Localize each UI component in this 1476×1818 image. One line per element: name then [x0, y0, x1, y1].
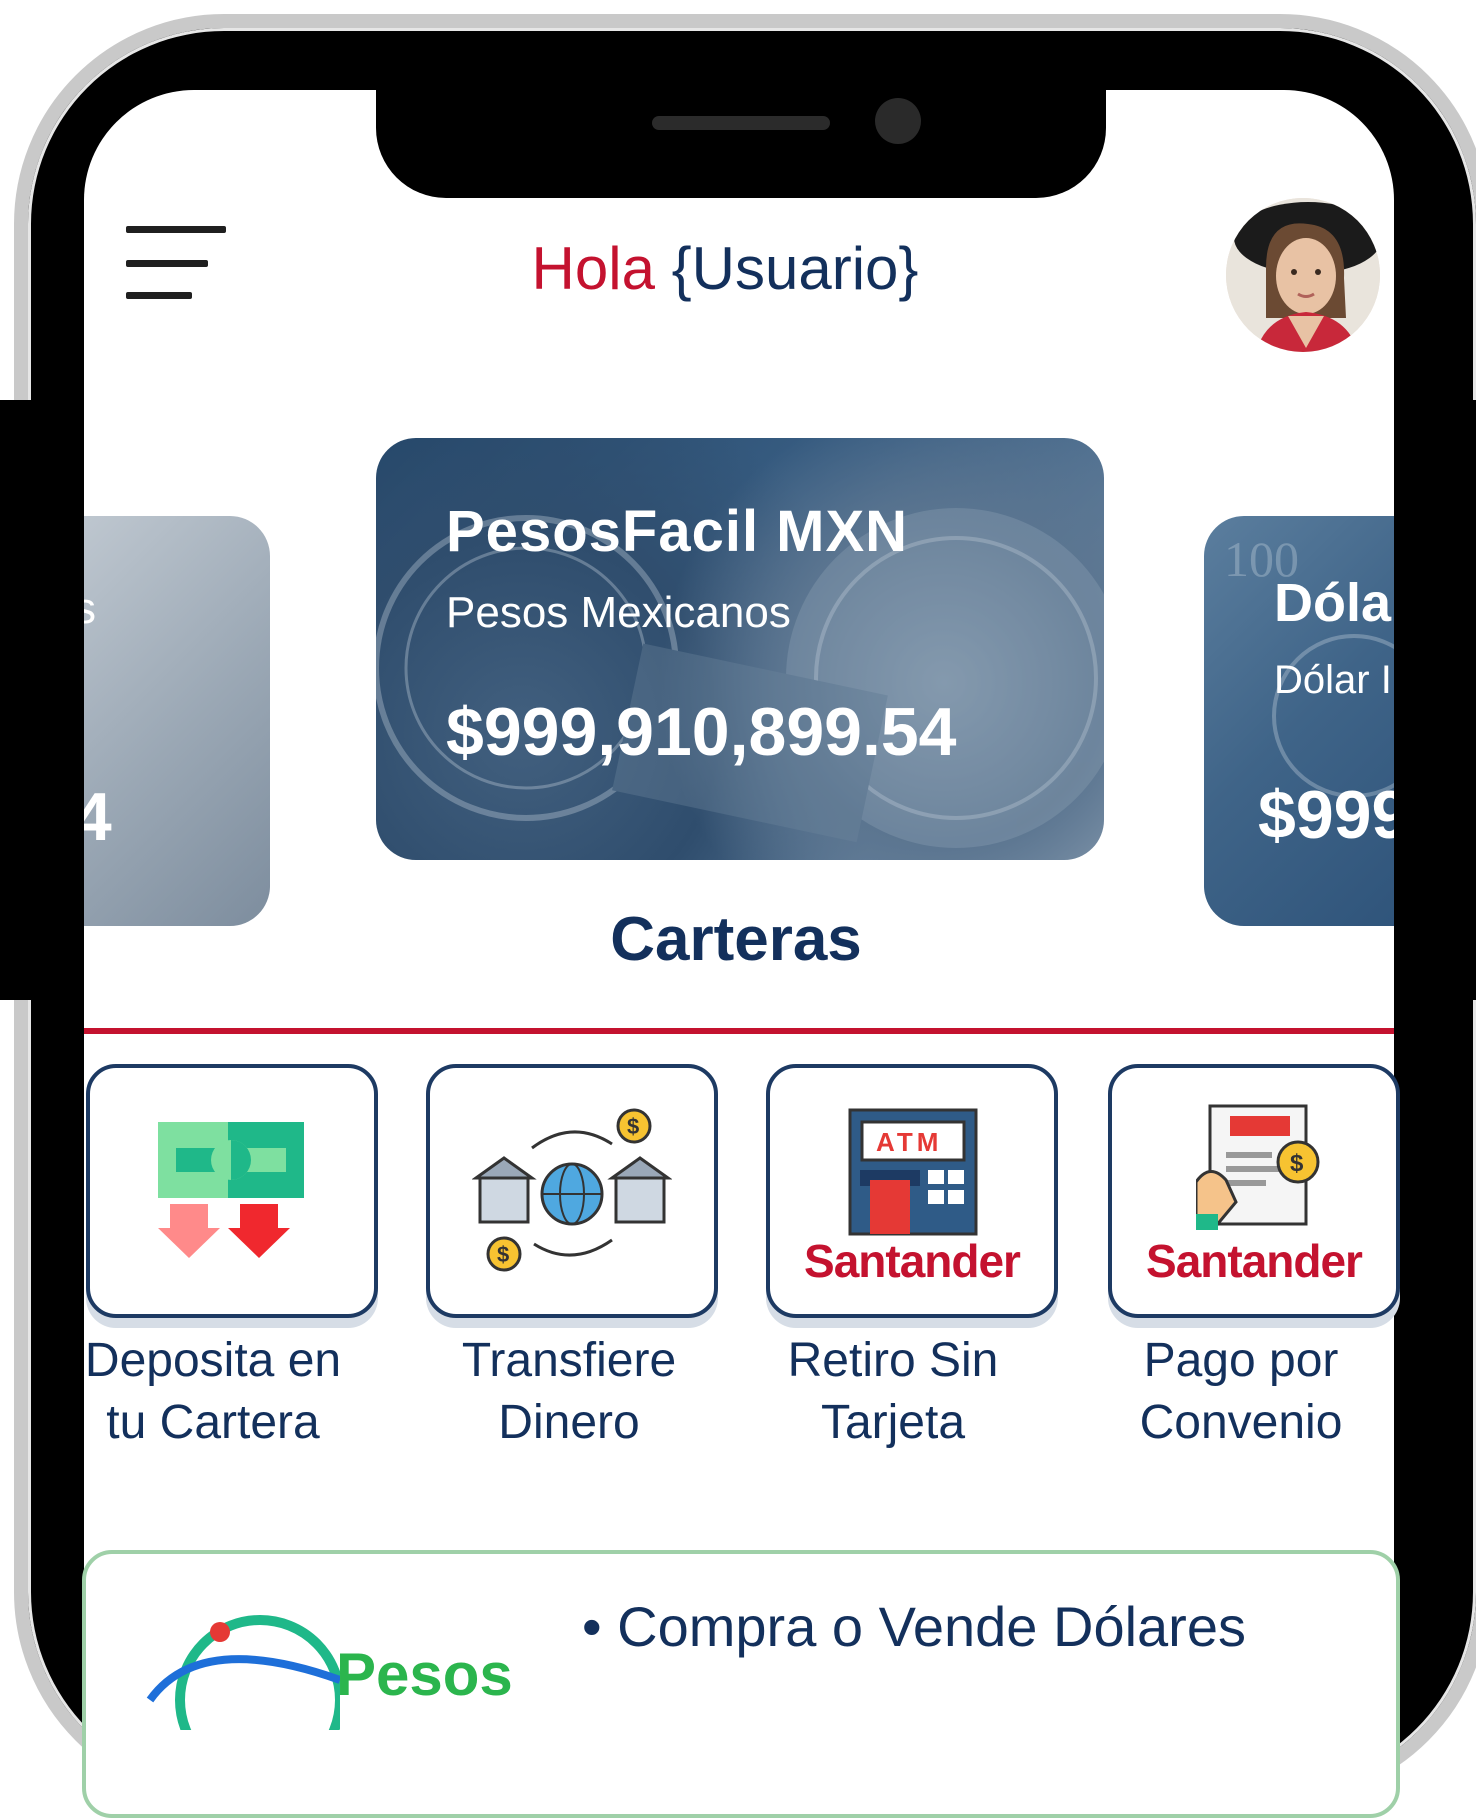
- avatar-photo-icon: [1226, 198, 1380, 352]
- label-line: Transfiere: [461, 1334, 677, 1387]
- deposit-wallet-button[interactable]: [86, 1064, 378, 1318]
- promo-logo-text: Pesos: [336, 1641, 513, 1708]
- card-subtitle: Pesos Mexicanos: [446, 588, 791, 637]
- user-avatar[interactable]: [1226, 198, 1380, 352]
- label-line: Pago por: [1143, 1334, 1339, 1387]
- promo-bullet: • Compra o Vende Dólares: [582, 1595, 1246, 1658]
- bill-payment-button[interactable]: $ Santander: [1108, 1064, 1400, 1318]
- transfer-money-button[interactable]: $ $: [426, 1064, 718, 1318]
- phone-notch: [376, 90, 1106, 198]
- label-line: Tarjeta: [820, 1396, 966, 1449]
- santander-brand-label: Santander: [804, 1235, 1021, 1287]
- front-camera: [875, 98, 921, 144]
- section-title: Carteras: [610, 905, 862, 974]
- card-subtitle: Dólar I: [1274, 658, 1392, 702]
- label-line: Retiro Sin: [787, 1334, 999, 1387]
- card-balance: $999,910,899.54: [446, 694, 957, 770]
- cardless-withdrawal-button[interactable]: ATM Santander: [766, 1064, 1058, 1318]
- bill-payment-icon: $: [1196, 1104, 1320, 1230]
- user-name-placeholder: {Usuario}: [671, 235, 919, 302]
- svg-text:$: $: [1290, 1150, 1304, 1177]
- label-line: Dinero: [498, 1396, 640, 1449]
- transfer-money-label: Transfiere Dinero: [404, 1330, 734, 1454]
- bank-transfer-icon: $ $: [472, 1108, 672, 1272]
- label-line: Deposita en: [84, 1334, 342, 1387]
- santander-brand-label: Santander: [1146, 1235, 1363, 1287]
- cardless-withdrawal-label: Retiro Sin Tarjeta: [728, 1330, 1058, 1454]
- label-line: Convenio: [1139, 1396, 1343, 1449]
- svg-text:ATM: ATM: [876, 1127, 942, 1157]
- globe-logo-icon: [146, 1615, 340, 1730]
- bill-payment-label: Pago por Convenio: [1076, 1330, 1406, 1454]
- screen-edge-left: [0, 400, 84, 1000]
- greeting-title: Hola {Usuario}: [400, 236, 1050, 302]
- card-balance: $999: [1258, 777, 1410, 853]
- card-title: Dóla: [1274, 573, 1392, 633]
- speaker-grille: [652, 116, 830, 130]
- cash-deposit-icon: [158, 1122, 304, 1258]
- atm-icon: ATM: [848, 1108, 978, 1236]
- hamburger-menu-icon[interactable]: [126, 226, 226, 302]
- svg-text:$: $: [627, 1114, 639, 1139]
- card-title: PesosFacil MXN: [446, 499, 909, 564]
- screen-edge-right: [1394, 400, 1476, 1000]
- wallet-card-pesos[interactable]: PesosFacil MXN Pesos Mexicanos $999,910,…: [376, 438, 1104, 860]
- svg-text:$: $: [497, 1242, 509, 1267]
- label-line: tu Cartera: [106, 1396, 320, 1449]
- greeting-word: Hola: [531, 235, 655, 302]
- section-divider: [84, 1028, 1394, 1034]
- deposit-wallet-label: Deposita en tu Cartera: [48, 1330, 378, 1454]
